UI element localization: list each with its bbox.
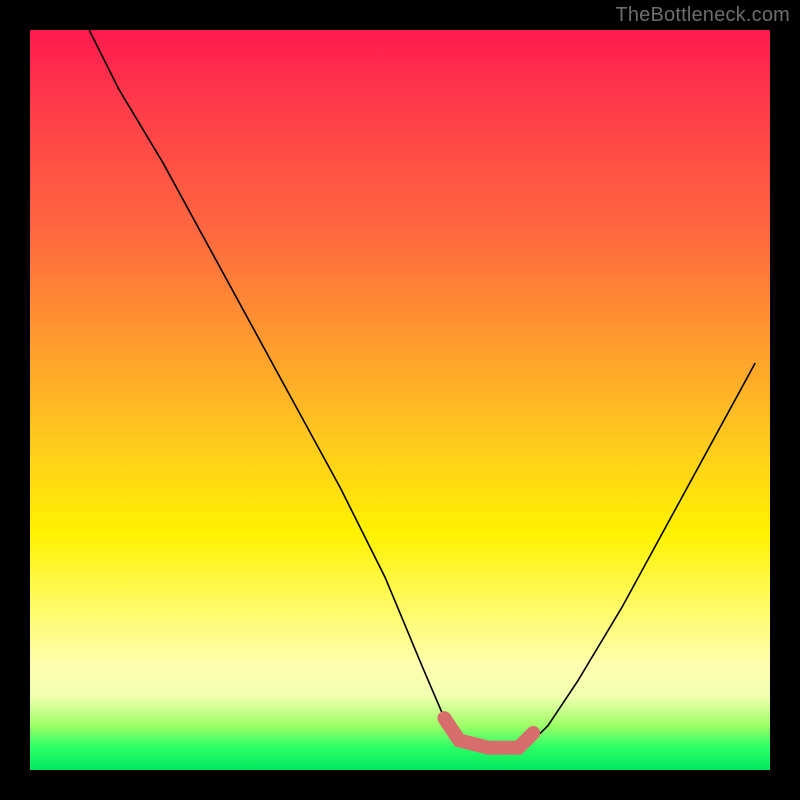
attribution-text: TheBottleneck.com: [615, 4, 790, 27]
plot-area: [30, 30, 770, 770]
curve-overlay: [30, 30, 770, 770]
highlight-band: [444, 718, 533, 748]
bottleneck-curve: [89, 30, 755, 748]
chart-stage: TheBottleneck.com: [0, 0, 800, 800]
